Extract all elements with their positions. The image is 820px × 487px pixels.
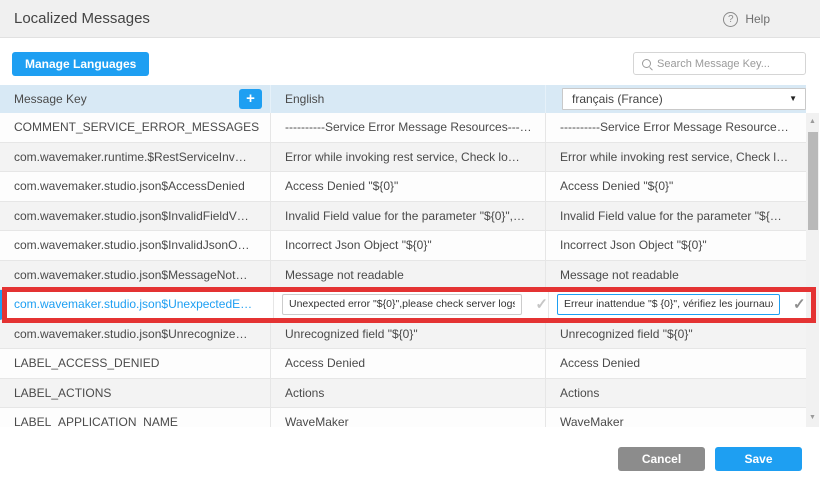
help-label: Help: [745, 12, 770, 26]
cell-french: ✓: [548, 290, 806, 319]
search-input[interactable]: [657, 58, 799, 70]
cell-message-key: com.wavemaker.studio.json$Unrecognize…: [0, 320, 270, 349]
table-row[interactable]: LABEL_APPLICATION_NAMEWaveMakerWaveMaker: [0, 408, 806, 427]
cell-english: Incorrect Json Object "${0}": [270, 231, 545, 260]
cell-message-key: com.wavemaker.studio.json$InvalidFieldV…: [0, 202, 270, 231]
cell-message-key: com.wavemaker.studio.json$MessageNot…: [0, 261, 270, 290]
cell-message-key: LABEL_ACTIONS: [0, 379, 270, 408]
table-row[interactable]: com.wavemaker.studio.json$MessageNot…Mes…: [0, 261, 806, 291]
vertical-scrollbar[interactable]: ▲ ▼: [806, 113, 819, 427]
language-select[interactable]: français (France) ▼: [562, 88, 806, 110]
table-row[interactable]: com.wavemaker.studio.json$InvalidFieldV……: [0, 202, 806, 232]
cell-message-key: LABEL_APPLICATION_NAME: [0, 408, 270, 427]
cell-french: Error while invoking rest service, Check…: [545, 143, 806, 172]
cell-english: Message not readable: [270, 261, 545, 290]
table-header-row: Message Key + English français (France) …: [0, 85, 806, 113]
table-row-editing[interactable]: com.wavemaker.studio.json$UnexpectedE… ✓ ✓: [0, 290, 806, 320]
cell-english: Actions: [270, 379, 545, 408]
add-message-key-button[interactable]: +: [239, 89, 262, 109]
french-edit-input[interactable]: [557, 294, 780, 315]
cell-french: Message not readable: [545, 261, 806, 290]
cell-english: Access Denied "${0}": [270, 172, 545, 201]
dialog-header: Localized Messages ? Help: [0, 0, 820, 38]
cell-french: Incorrect Json Object "${0}": [545, 231, 806, 260]
search-icon: [642, 59, 651, 68]
confirm-english-check-icon[interactable]: ✓: [535, 295, 548, 313]
manage-languages-button[interactable]: Manage Languages: [12, 52, 149, 76]
column-header-english-label: English: [285, 92, 324, 106]
table-row[interactable]: com.wavemaker.runtime.$RestServiceInv…Er…: [0, 143, 806, 173]
cell-message-key: com.wavemaker.studio.json$AccessDenied: [0, 172, 270, 201]
save-button[interactable]: Save: [715, 447, 802, 471]
cell-message-key: com.wavemaker.studio.json$UnexpectedE…: [3, 290, 273, 319]
cell-french: Access Denied "${0}": [545, 172, 806, 201]
column-header-message-key: Message Key +: [0, 85, 270, 113]
cell-message-key: LABEL_ACCESS_DENIED: [0, 349, 270, 378]
table-row[interactable]: COMMENT_SERVICE_ERROR_MESSAGES----------…: [0, 113, 806, 143]
cell-message-key: COMMENT_SERVICE_ERROR_MESSAGES: [0, 113, 270, 142]
page-title: Localized Messages: [14, 0, 150, 38]
cancel-button[interactable]: Cancel: [618, 447, 705, 471]
scroll-down-arrow-icon[interactable]: ▼: [806, 411, 819, 425]
cell-english: Access Denied: [270, 349, 545, 378]
cell-english: Error while invoking rest service, Check…: [270, 143, 545, 172]
language-select-value: français (France): [572, 85, 663, 113]
table-row[interactable]: com.wavemaker.studio.json$Unrecognize…Un…: [0, 320, 806, 350]
cell-french: ----------Service Error Message Resource…: [545, 113, 806, 142]
cell-english: Unrecognized field "${0}": [270, 320, 545, 349]
localized-messages-dialog: Localized Messages ? Help Manage Languag…: [0, 0, 820, 487]
column-header-english: English: [270, 85, 545, 113]
table-row[interactable]: LABEL_ACCESS_DENIEDAccess DeniedAccess D…: [0, 349, 806, 379]
cell-french: Actions: [545, 379, 806, 408]
table-row[interactable]: com.wavemaker.studio.json$InvalidJsonO…I…: [0, 231, 806, 261]
search-box[interactable]: [633, 52, 806, 75]
scrollbar-thumb[interactable]: [808, 132, 818, 230]
cell-english: ----------Service Error Message Resource…: [270, 113, 545, 142]
column-header-language: français (France) ▼: [545, 85, 806, 113]
cell-french: WaveMaker: [545, 408, 806, 427]
toolbar: Manage Languages: [0, 39, 820, 85]
english-edit-input[interactable]: [282, 294, 522, 315]
cell-french: Invalid Field value for the parameter "$…: [545, 202, 806, 231]
help-button[interactable]: ? Help: [723, 0, 770, 38]
cell-message-key: com.wavemaker.studio.json$InvalidJsonO…: [0, 231, 270, 260]
dropdown-caret-icon: ▼: [789, 85, 797, 113]
table-row[interactable]: LABEL_ACTIONSActionsActions: [0, 379, 806, 409]
cell-french: Unrecognized field "${0}": [545, 320, 806, 349]
cell-english: WaveMaker: [270, 408, 545, 427]
help-icon: ?: [723, 12, 738, 27]
cell-message-key: com.wavemaker.runtime.$RestServiceInv…: [0, 143, 270, 172]
confirm-french-check-icon[interactable]: ✓: [793, 295, 806, 313]
column-header-message-key-label: Message Key: [14, 92, 87, 106]
cell-english: Invalid Field value for the parameter "$…: [270, 202, 545, 231]
cell-english: ✓: [273, 290, 548, 319]
messages-table: COMMENT_SERVICE_ERROR_MESSAGES----------…: [0, 113, 806, 427]
scroll-up-arrow-icon[interactable]: ▲: [806, 115, 819, 129]
table-row[interactable]: com.wavemaker.studio.json$AccessDeniedAc…: [0, 172, 806, 202]
cell-french: Access Denied: [545, 349, 806, 378]
